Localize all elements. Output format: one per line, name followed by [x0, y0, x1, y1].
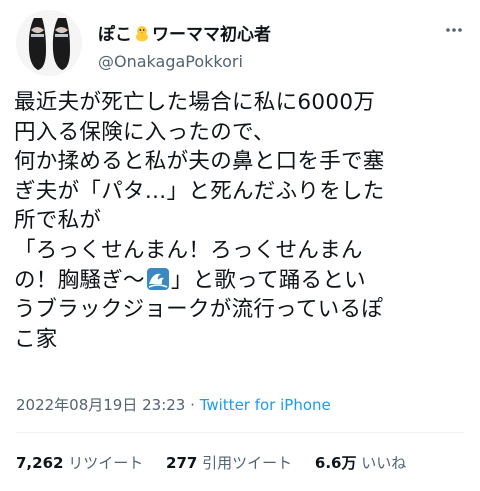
tweet-meta: 2022年08月19日 23:23 · Twitter for iPhone	[16, 394, 331, 415]
tweet-line: ぎ夫が「パタ…」と死んだふりをした	[14, 178, 385, 204]
wave-icon	[146, 267, 169, 290]
display-name-suffix: ワーママ初心者	[152, 25, 271, 45]
likes-label: いいね	[361, 454, 407, 472]
meta-separator: ·	[190, 396, 195, 414]
tweet-line: 円入る保険に入ったので、	[14, 119, 275, 145]
quotes-count: 277	[166, 454, 198, 472]
divider	[16, 432, 464, 433]
tweet-line-part: の！胸騒ぎ〜	[14, 267, 145, 293]
retweets-label: リツイート	[68, 454, 144, 472]
tweet-line: 何か揉めると私が夫の鼻と口を手で塞	[14, 149, 385, 175]
retweets-stat[interactable]: 7,262 リツイート	[16, 454, 143, 472]
more-options-icon[interactable]	[444, 20, 464, 40]
tweet-line-part: 」と歌って踊るとい	[170, 267, 366, 293]
user-handle[interactable]: @OnakagaPokkori	[98, 52, 243, 71]
likes-count: 6.6万	[314, 454, 357, 472]
tweet-line: 最近夫が死亡した場合に私に6000万	[14, 90, 376, 115]
tweet-line: 所で私が	[14, 208, 102, 234]
display-name-text: ぽこ	[98, 25, 132, 45]
source-link[interactable]: Twitter for iPhone	[200, 396, 331, 414]
tweet-stats: 7,262 リツイート 277 引用ツイート 6.6万 いいね	[16, 452, 424, 473]
shoes-avatar-image	[16, 10, 82, 76]
tweet-text: 最近夫が死亡した場合に私に6000万 円入る保険に入ったので、 何か揉めると私が…	[14, 88, 470, 354]
avatar[interactable]	[16, 10, 82, 76]
likes-stat[interactable]: 6.6万 いいね	[315, 454, 406, 472]
tweet-line: 「ろっくせんまん！ろっくせんまん	[14, 237, 363, 263]
tweet-line-with-emoji: の！胸騒ぎ〜 」と歌って踊るとい	[14, 266, 470, 296]
quotes-stat[interactable]: 277 引用ツイート	[166, 454, 292, 472]
timestamp[interactable]: 2022年08月19日 23:23	[16, 396, 185, 414]
chick-icon	[132, 24, 152, 45]
tweet-line: うブラックジョークが流行っているぽ	[14, 297, 384, 323]
display-name[interactable]: ぽこ ワーママ初心者	[98, 20, 271, 45]
tweet-line: こ家	[14, 326, 58, 352]
quotes-label: 引用ツイート	[202, 454, 293, 472]
retweets-count: 7,262	[16, 454, 64, 472]
